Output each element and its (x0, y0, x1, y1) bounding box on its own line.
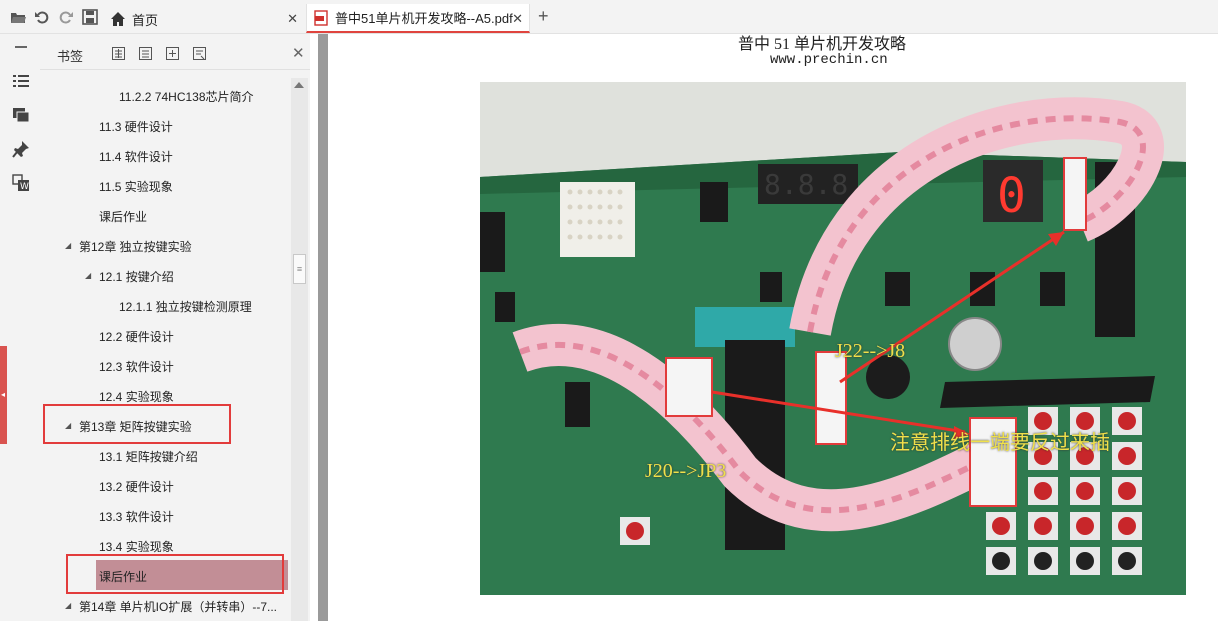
bookmark-label: 13.2 硬件设计 (99, 480, 174, 494)
pdf-icon (314, 9, 328, 26)
bookmark-item[interactable]: 11.5 实验现象 (40, 170, 292, 200)
redo-icon[interactable] (58, 9, 74, 25)
development-board-illustration: 8.8.8.8. 0 (480, 82, 1186, 595)
bookmark-label: 11.2.2 74HC138芯片简介 (119, 90, 254, 104)
bookmark-item[interactable]: 13.1 矩阵按键介绍 (40, 440, 292, 470)
comments-icon[interactable] (12, 106, 30, 124)
bookmark-label: 11.4 软件设计 (99, 150, 173, 164)
bookmark-panel-header: 书签 ✕ (40, 34, 310, 70)
bookmark-chapter[interactable]: ◢ 第12章 独立按键实验 (40, 230, 292, 260)
collapse-arrow-icon: ◂ (1, 390, 6, 399)
stamp-icon[interactable] (12, 140, 30, 158)
panel-divider[interactable] (318, 34, 328, 621)
bookmark-label: 第13章 矩阵按键实验 (79, 420, 192, 434)
tab-home[interactable]: 首页 ✕ (104, 4, 304, 34)
svg-text:W: W (20, 182, 29, 192)
expanded-arrow-icon[interactable]: ◢ (65, 601, 71, 610)
bookmark-item[interactable]: 13.3 软件设计 (40, 500, 292, 530)
add-bookmark-icon[interactable] (166, 47, 179, 60)
bookmark-label: 13.4 实验现象 (99, 540, 174, 554)
home-icon (111, 12, 125, 26)
scroll-thumb[interactable]: ≡ (293, 254, 306, 284)
bookmark-tree: 11.2.2 74HC138芯片简介 11.3 硬件设计 11.4 软件设计 1… (40, 80, 292, 621)
close-icon[interactable]: ✕ (287, 11, 298, 27)
bookmark-item[interactable]: 13.2 硬件设计 (40, 470, 292, 500)
new-tab-button[interactable]: + (538, 7, 549, 25)
outline-list-icon[interactable] (12, 72, 30, 90)
bookmark-label: 13.1 矩阵按键介绍 (99, 450, 198, 464)
undo-icon[interactable] (34, 9, 50, 25)
bookmark-label: 课后作业 (99, 570, 148, 584)
bookmark-chapter[interactable]: ◢ 第13章 矩阵按键实验 (40, 410, 292, 440)
panel-collapse-handle[interactable]: ◂ (0, 346, 7, 444)
bookmark-panel-title: 书签 (57, 49, 84, 64)
bookmark-item[interactable]: 课后作业 (40, 200, 292, 230)
bookmark-panel: 书签 ✕ 11.2.2 74HC138芯片简介 11.3 硬件设计 11.4 软… (40, 34, 310, 621)
bookmark-label: 12.4 实验现象 (99, 390, 174, 404)
close-icon[interactable]: ✕ (512, 11, 523, 27)
expanded-arrow-icon[interactable]: ◢ (65, 241, 71, 250)
bookmark-label: 11.5 实验现象 (99, 180, 173, 194)
bookmark-label: 13.3 软件设计 (99, 510, 174, 524)
annotation-j20-jp3: J20-->JP3 (645, 460, 727, 482)
bookmark-item[interactable]: ◢ 12.1 按键介绍 (40, 260, 292, 290)
bookmark-item[interactable]: 12.2 硬件设计 (40, 320, 292, 350)
minus-icon[interactable] (12, 38, 30, 56)
bookmark-label: 11.3 硬件设计 (99, 120, 173, 134)
bookmark-label: 12.3 软件设计 (99, 360, 174, 374)
annotation-reverse-cable-note: 注意排线一端要反过来插 (890, 432, 1110, 454)
bookmark-properties-icon[interactable] (193, 47, 206, 60)
bookmark-label: 第14章 单片机IO扩展（并转串）--7... (79, 600, 278, 614)
board-photo: 8.8.8.8. 0 J22-->J8 注意排线一端要反过来插 J20-->JP… (480, 82, 1186, 595)
bookmark-label: 课后作业 (99, 210, 148, 224)
tab-pdf-document[interactable]: 普中51单片机开发攻略--A5.pdf ✕ (306, 4, 530, 33)
bookmark-item[interactable]: 12.3 软件设计 (40, 350, 292, 380)
document-view: 普中 51 单片机开发攻略 www.prechin.cn 8.8.8.8. 0 … (328, 34, 1218, 621)
tab-pdf-label: 普中51单片机开发攻略--A5.pdf (335, 11, 513, 26)
bookmark-item-selected[interactable]: 课后作业 (96, 560, 288, 590)
bookmark-label: 12.2 硬件设计 (99, 330, 174, 344)
bookmark-chapter[interactable]: ◢ 第14章 单片机IO扩展（并转串）--7... (40, 590, 292, 620)
tab-home-label: 首页 (132, 12, 159, 28)
bookmark-item[interactable]: 12.1.1 独立按键检测原理 (40, 290, 292, 320)
convert-word-icon[interactable]: W (12, 174, 30, 192)
expanded-arrow-icon[interactable]: ◢ (65, 421, 71, 430)
save-icon[interactable] (82, 9, 98, 25)
scroll-up-icon[interactable] (294, 82, 304, 88)
expand-all-icon[interactable] (112, 47, 125, 60)
bookmark-label: 12.1.1 独立按键检测原理 (119, 300, 252, 314)
page-header-url: www.prechin.cn (770, 52, 888, 68)
bookmark-item[interactable]: 11.3 硬件设计 (40, 110, 292, 140)
bookmark-item[interactable]: 11.4 软件设计 (40, 140, 292, 170)
bookmark-scrollbar[interactable]: ≡ (291, 78, 308, 621)
open-folder-icon[interactable] (10, 9, 26, 25)
bookmark-item[interactable]: 11.2.2 74HC138芯片简介 (40, 80, 292, 110)
bookmark-item[interactable]: 13.4 实验现象 (40, 530, 292, 560)
collapse-all-icon[interactable] (139, 47, 152, 60)
bookmark-item[interactable]: 12.4 实验现象 (40, 380, 292, 410)
tab-bar: 首页 ✕ 普中51单片机开发攻略--A5.pdf ✕ + (0, 0, 1218, 34)
seven-segment-digit: 0 (997, 168, 1026, 224)
annotation-j22-j8: J22-->J8 (835, 340, 906, 362)
bookmark-label: 12.1 按键介绍 (99, 270, 174, 284)
page-header-title: 普中 51 单片机开发攻略 (738, 36, 907, 53)
expanded-arrow-icon[interactable]: ◢ (85, 271, 91, 280)
close-panel-icon[interactable]: ✕ (292, 44, 305, 62)
left-rail: W ◂ (0, 34, 40, 621)
bookmark-label: 第12章 独立按键实验 (79, 240, 192, 254)
